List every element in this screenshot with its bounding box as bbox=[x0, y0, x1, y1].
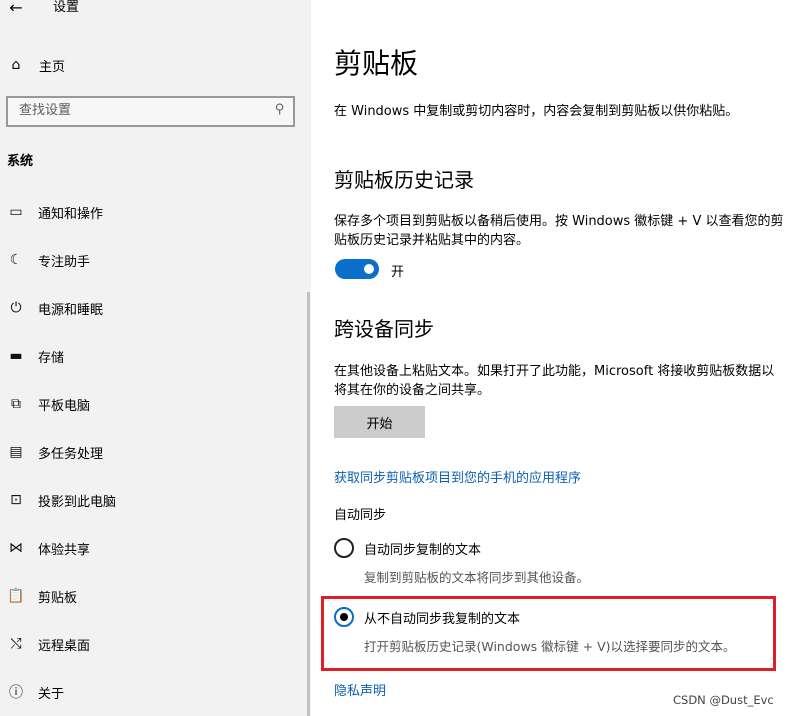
sidebar-nav: ▭ 通知和操作 ☾ 专注助手 ⏻ 电源和睡眠 ▬ 存储 ⧉ 平板电脑 ▤ 多任务… bbox=[0, 188, 311, 716]
sidebar-item-label: 平板电脑 bbox=[38, 398, 91, 414]
radio-never-sync-description: 打开剪贴板历史记录(Windows 徽标键 + V)以选择要同步的文本。 bbox=[364, 639, 736, 654]
app-title: 设置 bbox=[53, 0, 80, 15]
sidebar-scrollbar[interactable] bbox=[307, 292, 310, 716]
sidebar: ← 设置 ⌂ 主页 ⚲ 系统 ▭ 通知和操作 ☾ 专注助手 ⏻ 电源和睡眠 ▬ … bbox=[0, 0, 311, 716]
project-icon: ⊡ bbox=[10, 492, 22, 508]
sidebar-item-label: 专注助手 bbox=[38, 254, 91, 270]
radio-selected-dot bbox=[340, 613, 348, 621]
sync-description: 在其他设备上粘贴文本。如果打开了此功能，Microsoft 将接收剪贴板数据以将… bbox=[334, 364, 775, 398]
search-box[interactable]: ⚲ bbox=[6, 96, 295, 127]
multitask-icon: ▤ bbox=[9, 444, 23, 460]
home-icon: ⌂ bbox=[11, 57, 21, 73]
sidebar-item-storage[interactable]: ▬ 存储 bbox=[0, 332, 311, 380]
notification-icon: ▭ bbox=[9, 204, 23, 220]
history-heading: 剪贴板历史记录 bbox=[334, 168, 474, 192]
sidebar-item-label: 剪贴板 bbox=[38, 590, 78, 606]
radio-auto-sync[interactable] bbox=[334, 538, 354, 558]
sidebar-item-power[interactable]: ⏻ 电源和睡眠 bbox=[0, 284, 311, 332]
clipboard-icon: 📋 bbox=[7, 588, 25, 604]
remote-icon: ⤭ bbox=[10, 636, 22, 652]
sidebar-item-shared-experiences[interactable]: ⋈ 体验共享 bbox=[0, 524, 311, 572]
moon-icon: ☾ bbox=[9, 252, 23, 268]
storage-icon: ▬ bbox=[9, 348, 23, 364]
info-icon: ⓘ bbox=[9, 685, 23, 701]
sidebar-item-label: 远程桌面 bbox=[38, 638, 91, 654]
radio-never-sync-label[interactable]: 从不自动同步我复制的文本 bbox=[364, 608, 520, 627]
share-icon: ⋈ bbox=[9, 540, 23, 556]
power-icon: ⏻ bbox=[10, 300, 22, 316]
sidebar-item-label: 投影到此电脑 bbox=[38, 494, 117, 510]
tablet-icon: ⧉ bbox=[11, 396, 21, 412]
home-nav-item[interactable]: ⌂ 主页 bbox=[6, 54, 296, 76]
section-title: 系统 bbox=[7, 154, 34, 169]
auto-sync-label: 自动同步 bbox=[334, 508, 387, 523]
history-description: 保存多个项目到剪贴板以备稍后使用。按 Windows 徽标键 + V 以查看您的… bbox=[334, 214, 784, 248]
sidebar-item-multitasking[interactable]: ▤ 多任务处理 bbox=[0, 428, 311, 476]
sidebar-item-clipboard[interactable]: 📋 剪贴板 bbox=[0, 572, 311, 620]
page-title: 剪贴板 bbox=[334, 47, 419, 80]
privacy-link[interactable]: 隐私声明 bbox=[334, 680, 386, 699]
watermark: CSDN @Dust_Evc bbox=[673, 693, 774, 707]
radio-auto-sync-description: 复制到剪贴板的文本将同步到其他设备。 bbox=[364, 570, 590, 585]
sidebar-item-label: 存储 bbox=[38, 350, 65, 366]
sidebar-item-notifications[interactable]: ▭ 通知和操作 bbox=[0, 188, 311, 236]
sidebar-item-label: 通知和操作 bbox=[38, 206, 104, 222]
sidebar-item-label: 体验共享 bbox=[38, 542, 91, 558]
home-label: 主页 bbox=[39, 59, 66, 75]
sidebar-item-label: 多任务处理 bbox=[38, 446, 104, 462]
main-content: 剪贴板 在 Windows 中复制或剪切内容时，内容会复制到剪贴板以供你粘贴。 … bbox=[311, 0, 795, 716]
search-icon[interactable]: ⚲ bbox=[275, 102, 285, 117]
sidebar-item-tablet[interactable]: ⧉ 平板电脑 bbox=[0, 380, 311, 428]
radio-never-sync[interactable] bbox=[334, 607, 354, 627]
toggle-knob bbox=[364, 264, 374, 274]
sidebar-item-remote-desktop[interactable]: ⤭ 远程桌面 bbox=[0, 620, 311, 668]
sidebar-item-label: 关于 bbox=[38, 686, 65, 702]
start-button[interactable]: 开始 bbox=[334, 406, 425, 438]
back-arrow-icon[interactable]: ← bbox=[4, 0, 28, 19]
sidebar-item-focus-assist[interactable]: ☾ 专注助手 bbox=[0, 236, 311, 284]
history-toggle[interactable] bbox=[335, 259, 379, 279]
sidebar-item-project[interactable]: ⊡ 投影到此电脑 bbox=[0, 476, 311, 524]
sync-heading: 跨设备同步 bbox=[334, 317, 434, 341]
search-input[interactable] bbox=[19, 103, 259, 118]
page-intro: 在 Windows 中复制或剪切内容时，内容会复制到剪贴板以供你粘贴。 bbox=[334, 104, 739, 119]
phone-app-link[interactable]: 获取同步剪贴板项目到您的手机的应用程序 bbox=[334, 467, 581, 486]
sidebar-item-label: 电源和睡眠 bbox=[38, 302, 104, 318]
sidebar-item-about[interactable]: ⓘ 关于 bbox=[0, 668, 311, 716]
history-toggle-state: 开 bbox=[391, 265, 405, 280]
radio-auto-sync-label[interactable]: 自动同步复制的文本 bbox=[364, 539, 481, 558]
